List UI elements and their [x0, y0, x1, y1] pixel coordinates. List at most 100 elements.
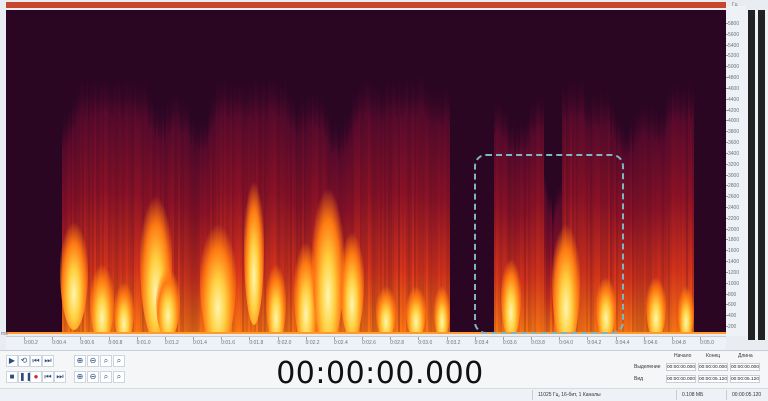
frequency-label: 1200 [728, 269, 740, 276]
spectrogram-column [642, 99, 644, 334]
spectrogram-column [586, 95, 588, 334]
pause-button[interactable]: ❚❚ [18, 371, 32, 383]
time-label: 0:02.2 [305, 340, 320, 346]
zoom-out-button[interactable]: ⊖ [87, 355, 99, 367]
zoom-selection-button[interactable]: ⌕ [100, 355, 112, 367]
spectrogram-column [400, 82, 402, 334]
spectrogram-column [430, 85, 432, 334]
skip-start-button[interactable]: ⏮ [30, 355, 42, 367]
frequency-label: 600 [728, 302, 737, 309]
spectrogram-column [540, 94, 542, 334]
loop-icon: ⟲ [20, 356, 28, 365]
frequency-label: 4400 [728, 96, 740, 103]
selection-value-field[interactable]: 00:00:00.000 [666, 375, 696, 383]
zoom-reset-button[interactable]: ⌕ [113, 371, 125, 383]
play-icon: ▶ [8, 356, 16, 365]
time-ruler[interactable]: 0:00.2 0:00.4 0:00.6 0:00.8 0:01.0 0:01.2 0:01… [6, 336, 726, 351]
spectrogram-column [590, 95, 592, 334]
selection-value-field[interactable]: 00:00:05.120 [698, 375, 728, 383]
stop-button[interactable]: ■ [6, 371, 18, 383]
skip-end-button[interactable]: ⏭ [42, 355, 54, 367]
status-separator [726, 390, 727, 400]
frequency-label: 4000 [728, 118, 740, 125]
frequency-label: 400 [728, 313, 737, 320]
selection-row-label: Выделение [634, 364, 661, 370]
zoom-out-vertical-icon: ⊖ [89, 372, 97, 381]
zoom-selection-icon: ⌕ [103, 356, 109, 365]
time-label: 0:02.6 [362, 340, 376, 346]
selection-column-header: Конец [706, 353, 721, 359]
spectrogram-column [496, 98, 498, 334]
spectrogram-column [236, 81, 238, 334]
spectrogram-column [432, 88, 434, 334]
record-icon: ● [33, 372, 39, 381]
spectrogram-column [666, 93, 668, 334]
time-label: 0:03.6 [502, 340, 517, 346]
spectrogram-column [374, 80, 376, 334]
baseline-line [6, 332, 726, 334]
spectrogram-graphic [6, 72, 726, 334]
spectrogram-column [528, 110, 530, 334]
spectrogram-column [242, 78, 244, 334]
frequency-label: 1000 [728, 280, 740, 287]
spectrogram-column [288, 89, 290, 334]
spectrogram-column [194, 119, 196, 334]
spectrogram-column [542, 93, 544, 334]
selection-value-field[interactable]: 00:00:00.000 [666, 363, 696, 371]
spectrogram-column [404, 78, 406, 334]
frequency-label: 4200 [728, 107, 740, 114]
spectrogram-column [238, 78, 240, 334]
selection-value-field[interactable]: 00:00:05.120 [730, 375, 760, 383]
zoom-in-vertical-button[interactable]: ⊕ [74, 371, 86, 383]
spectrogram-column [548, 190, 550, 334]
spectrogram-column [186, 98, 188, 334]
loop-button[interactable]: ⟲ [18, 355, 30, 367]
spectrogram-column [582, 77, 584, 334]
frequency-label: 2200 [728, 215, 740, 222]
spectrogram-canvas[interactable] [6, 10, 726, 334]
spectrogram-column [538, 89, 540, 334]
spectrogram-column [672, 78, 674, 334]
time-label: 0:04.8 [671, 340, 686, 346]
zoom-in-button[interactable]: ⊕ [74, 355, 86, 367]
spectrogram-column [396, 83, 398, 334]
play-button[interactable]: ▶ [6, 355, 18, 367]
time-label: 0:03.0 [418, 340, 433, 346]
zoom-fit-button[interactable]: ⌕ [100, 371, 112, 383]
selection-value-field[interactable]: 00:00:00.000 [698, 363, 728, 371]
time-label: 0:01.6 [221, 340, 236, 346]
time-label: 0:02.0 [277, 340, 292, 346]
selection-value-field[interactable]: 00:00:00.000 [730, 363, 760, 371]
zoom-out-vertical-button[interactable]: ⊖ [87, 371, 99, 383]
record-button[interactable]: ● [30, 371, 42, 383]
frequency-label: 3400 [728, 150, 740, 157]
frequency-label: 3600 [728, 140, 740, 147]
spectrogram-column [638, 105, 640, 334]
zoom-full-icon: ⌕ [116, 356, 122, 365]
selection-row-label: Вид [634, 376, 644, 382]
spectrogram-column [366, 72, 368, 334]
spectrogram-column [522, 118, 524, 334]
next-button[interactable]: ⏭ [54, 371, 66, 383]
frequency-label: 5000 [728, 64, 740, 71]
spectrogram-column [532, 102, 534, 334]
status-bar: 11025 Гц, 16-бит, 1 Каналы 0.108 МБ 00:0… [0, 388, 768, 401]
spectrogram-column [138, 83, 140, 334]
time-label: 0:03.8 [531, 340, 545, 346]
spectrogram-column [240, 79, 242, 334]
time-label: 0:05.0 [700, 340, 714, 346]
spectrogram-column [140, 80, 142, 334]
overview-strip[interactable] [6, 2, 726, 8]
spectrogram-view[interactable]: Гц 5800 5600 5400 5200 5000 4800 4600 4400 4200 4… [0, 0, 768, 351]
frequency-label: 5200 [728, 53, 740, 60]
spectrogram-column [670, 87, 672, 334]
skip-end-icon: ⏭ [44, 356, 52, 365]
time-label: 0:01.8 [249, 340, 264, 346]
spectrogram-column [634, 113, 636, 334]
zoom-full-button[interactable]: ⌕ [113, 355, 125, 367]
time-label: 0:01.2 [164, 340, 179, 346]
frequency-label: 4800 [728, 75, 740, 82]
time-label: 0:00.8 [108, 340, 123, 346]
status-separator [676, 390, 677, 400]
prev-button[interactable]: ⏮ [42, 371, 54, 383]
